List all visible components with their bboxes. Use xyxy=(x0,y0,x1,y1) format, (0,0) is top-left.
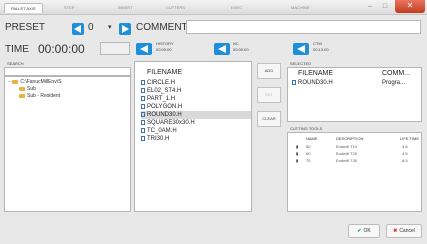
tree-item-label: Sub - Resident xyxy=(27,93,61,99)
file-icon xyxy=(141,120,145,125)
tool-icon: ▮ xyxy=(296,158,299,163)
tab-machine[interactable]: MACHINE xyxy=(285,3,315,13)
tree-item-sub[interactable]: Sub xyxy=(19,86,36,92)
file-name: EL02_ST4.H xyxy=(147,88,182,94)
file-icon xyxy=(141,96,145,101)
file-row[interactable]: EL02_ST4.H xyxy=(141,87,181,95)
tool-description: Endmill T30 xyxy=(336,158,358,163)
add-button[interactable]: ADD xyxy=(257,63,281,79)
file-icon xyxy=(141,112,145,117)
file-name: PART_1.H xyxy=(147,96,176,102)
search-label: SEARCH xyxy=(7,61,24,66)
tab-step[interactable]: STEP xyxy=(58,3,80,13)
history-arrow-button[interactable] xyxy=(136,43,152,55)
time-value: 00:00:00 xyxy=(38,42,85,56)
selected-row[interactable]: ROUND30.H xyxy=(292,79,333,87)
tree-item-label: C:\FanucMillEnv\S xyxy=(20,79,62,85)
file-row[interactable]: POLYGON.H xyxy=(141,103,182,111)
comment-field[interactable] xyxy=(186,20,421,34)
selected-filename-header: FILENAME xyxy=(298,70,334,77)
ok-label: OK xyxy=(363,228,371,234)
close-button[interactable]: ✕ xyxy=(395,0,425,13)
minus-icon: − xyxy=(8,79,11,85)
file-name: ROUND30.H xyxy=(147,112,182,118)
folder-icon xyxy=(12,79,19,84)
file-icon xyxy=(141,136,145,141)
preset-value[interactable]: 0 xyxy=(88,22,94,33)
time-reset-button[interactable] xyxy=(100,42,130,55)
preset-label: PRESET xyxy=(5,22,46,33)
selected-comment-header: COMM... xyxy=(382,70,410,77)
ctm-value: 00:13:00 xyxy=(313,47,329,52)
cancel-button[interactable]: ✖ Cancel xyxy=(386,224,422,238)
tree-item-label: Sub xyxy=(27,86,36,92)
tool-life: 3.8 xyxy=(402,144,408,149)
tab-exec[interactable]: EXEC xyxy=(225,3,248,13)
tool-life: 4.5 xyxy=(402,151,408,156)
file-row[interactable]: TRI30.H xyxy=(141,135,169,143)
file-name: POLYGON.H xyxy=(147,104,183,110)
file-name: TRI30.H xyxy=(147,136,170,142)
title-bar: PALLET AXIS STEP INSERT CUTTERS EXEC MAC… xyxy=(0,0,427,15)
folder-icon xyxy=(19,93,25,98)
preset-next-button[interactable] xyxy=(119,23,131,35)
file-icon xyxy=(141,80,145,85)
tree-item-sub-resident[interactable]: Sub - Resident xyxy=(19,93,60,99)
nc-arrow-button[interactable] xyxy=(214,43,230,55)
maximize-icon[interactable]: □ xyxy=(378,2,392,11)
folder-icon xyxy=(19,86,25,91)
file-row[interactable]: CIRCLE.H xyxy=(141,79,175,87)
file-icon xyxy=(141,128,145,133)
selected-row-comment: Progra... xyxy=(382,80,406,86)
minimize-icon[interactable]: – xyxy=(363,2,377,11)
cancel-label: Cancel xyxy=(399,228,415,234)
tool-icon: ▮ xyxy=(296,144,299,149)
cutting-tools-label: CUTTING TOOLS xyxy=(290,126,323,131)
file-name: TC_0AM.H xyxy=(147,128,177,134)
tool-name[interactable]: 60 xyxy=(306,151,310,156)
tab-insert[interactable]: INSERT xyxy=(112,3,139,13)
file-row[interactable]: TC_0AM.H xyxy=(141,127,177,135)
file-icon xyxy=(292,80,296,85)
file-row[interactable]: SQUARE30x30.H xyxy=(141,119,195,127)
file-name: CIRCLE.H xyxy=(147,80,176,86)
file-name: SQUARE30x30.H xyxy=(147,120,195,126)
tool-icon: ▮ xyxy=(296,151,299,156)
filename-column-header: FILENAME xyxy=(147,69,183,76)
file-icon xyxy=(141,104,145,109)
check-icon: ✔ xyxy=(357,228,362,234)
cutting-tools-panel: NAME DESCRIPTION LIFE TIME ▮ 50 Endmill … xyxy=(287,132,422,212)
preset-prev-button[interactable] xyxy=(72,23,84,35)
file-icon xyxy=(141,88,145,93)
selected-label: SELECTED xyxy=(290,61,312,66)
tab-pallet-axis[interactable]: PALLET AXIS xyxy=(4,3,43,13)
delete-button[interactable]: DEL xyxy=(257,87,281,103)
folder-tree-panel: − C:\FanucMillEnv\S Sub Sub - Resident xyxy=(4,76,131,212)
tools-description-header: DESCRIPTION xyxy=(336,136,364,141)
comment-label: COMMENT xyxy=(136,22,188,33)
file-row-selected[interactable]: ROUND30.H xyxy=(141,111,251,119)
selected-panel: FILENAME COMM... ROUND30.H Progra... xyxy=(287,67,422,122)
tool-name[interactable]: 50 xyxy=(306,144,310,149)
tools-name-header: NAME xyxy=(306,136,318,141)
history-value: 00:00:00 xyxy=(156,47,172,52)
tool-description: Endmill T20 xyxy=(336,151,358,156)
search-input[interactable] xyxy=(4,67,131,76)
file-row[interactable]: PART_1.H xyxy=(141,95,175,103)
nc-value: 00:00:00 xyxy=(233,47,249,52)
chevron-down-icon[interactable]: ▾ xyxy=(108,23,112,31)
ok-button[interactable]: ✔ OK xyxy=(348,224,380,238)
tree-item-root[interactable]: − C:\FanucMillEnv\S xyxy=(8,79,61,85)
file-list-panel: FILENAME CIRCLE.H EL02_ST4.H PART_1.H PO… xyxy=(134,61,252,212)
time-label: TIME xyxy=(5,44,29,55)
tool-description: Endmill T10 xyxy=(336,144,358,149)
close-icon: ✖ xyxy=(393,228,398,234)
tab-cutters[interactable]: CUTTERS xyxy=(160,3,191,13)
tool-life: 8.5 xyxy=(402,158,408,163)
ctm-arrow-button[interactable] xyxy=(293,43,309,55)
tool-name[interactable]: 70 xyxy=(306,158,310,163)
selected-row-filename: ROUND30.H xyxy=(298,80,333,86)
tools-life-header: LIFE TIME xyxy=(400,136,420,141)
clear-button[interactable]: CLEAR xyxy=(257,111,281,127)
